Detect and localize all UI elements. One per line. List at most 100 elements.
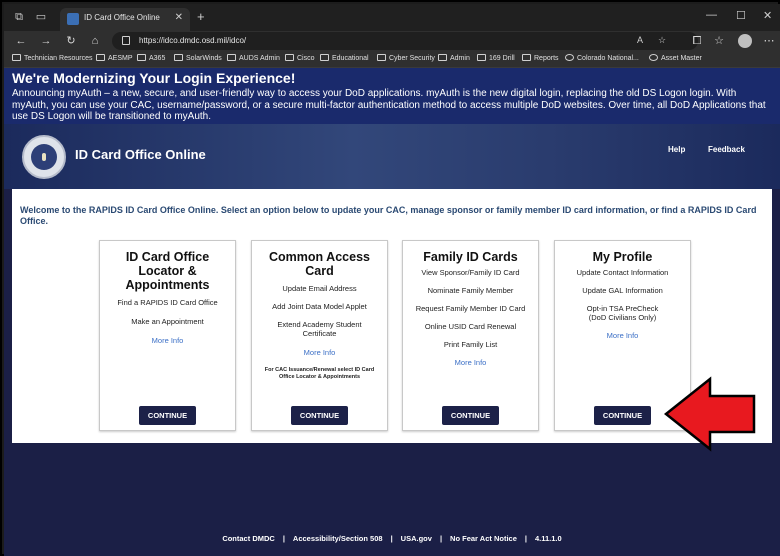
new-tab-icon[interactable]: + [197,9,205,24]
folder-icon [320,54,329,61]
tab-idco[interactable]: ID Card Office Online ✕ [60,8,190,31]
back-icon[interactable]: ← [14,34,28,48]
more-info-link[interactable]: More Info [403,358,538,367]
card-cac: Common Access Card Update Email Address … [251,240,388,431]
version-text: 4.11.1.0 [534,534,562,543]
continue-button-family[interactable]: CONTINUE [442,406,499,425]
navigation-bar: ← → ↻ ⌂ https://idco.dmdc.osd.mil/idco/ … [4,31,780,51]
site-footer: Contact DMDC | Accessibility/Section 508 | U… [4,534,780,543]
bookmark-link[interactable]: Colorado National... [565,54,639,62]
bookmark-link[interactable]: Asset Master [649,54,702,62]
accessibility-link[interactable]: Accessibility/Section 508 [289,534,387,543]
card-title: My Profile [592,250,653,264]
bookmark-folder[interactable]: Cisco [285,54,315,62]
folder-icon [377,54,386,61]
lock-icon[interactable] [122,36,130,45]
favorites-icon[interactable]: ☆ [712,34,726,48]
bookmark-folder[interactable]: Admin [438,54,470,62]
site-icon [565,54,574,61]
feedback-link[interactable]: Feedback [708,145,745,154]
continue-button-cac[interactable]: CONTINUE [291,406,348,425]
workspaces-icon[interactable]: ⧉ [12,10,26,24]
more-info-link[interactable]: More Info [555,331,690,340]
card-item[interactable]: Request Family Member ID Card [403,304,538,313]
footer-divider: | [439,534,443,543]
card-item[interactable]: Online USID Card Renewal [403,322,538,331]
no-fear-link[interactable]: No Fear Act Notice [446,534,521,543]
continue-button-profile[interactable]: CONTINUE [594,406,651,425]
bookmark-folder[interactable]: Technician Resources [12,54,92,62]
tab-actions-icon[interactable]: ▭ [34,10,48,24]
close-window-icon[interactable]: ✕ [763,9,772,22]
tab-title: ID Card Office Online [84,13,160,22]
folder-icon [12,54,21,61]
bookmark-folder[interactable]: AESMP [96,54,133,62]
bookmark-folder[interactable]: Educational [320,54,369,62]
folder-icon [137,54,146,61]
folder-icon [438,54,447,61]
card-title: Common Access Card [269,250,370,278]
bookmark-folder[interactable]: SolarWinds [174,54,222,62]
contact-link[interactable]: Contact DMDC [218,534,279,543]
card-item[interactable]: Nominate Family Member [403,286,538,295]
card-locator: ID Card Office Locator & Appointments Fi… [99,240,236,431]
red-arrow-annotation [663,376,756,452]
seal-center [31,144,57,170]
tab-bar: ⧉ ▭ ID Card Office Online ✕ + — ☐ ✕ [4,4,780,31]
card-item[interactable]: Update GAL Information [555,286,690,295]
web-page: We're Modernizing Your Login Experience!… [4,68,780,556]
close-tab-icon[interactable]: ✕ [175,12,183,23]
bookmark-folder[interactable]: Reports [522,54,559,62]
card-item[interactable]: Update Contact Information [555,268,690,277]
folder-icon [174,54,183,61]
folder-icon [285,54,294,61]
bookmark-folder[interactable]: Cyber Security [377,54,435,62]
banner-text: Announcing myAuth – a new, secure, and u… [12,88,766,122]
eagle-icon [42,153,46,161]
bookmarks-bar: Technician Resources AESMP A365 SolarWin… [4,51,780,68]
more-info-link[interactable]: More Info [100,336,235,345]
bookmark-folder[interactable]: A365 [137,54,165,62]
home-icon[interactable]: ⌂ [88,34,102,48]
more-info-link[interactable]: More Info [252,348,387,357]
card-item[interactable]: Extend Academy Student Certificate [252,320,387,338]
footer-divider: | [524,534,527,543]
forward-icon[interactable]: → [39,34,53,48]
help-link[interactable]: Help [668,145,685,154]
card-item[interactable]: Opt-in TSA PreCheck (DoD Civilians Only) [555,304,690,322]
url-text[interactable]: https://idco.dmdc.osd.mil/idco/ [139,36,246,45]
footer-divider: | [390,534,393,543]
card-item[interactable]: Find a RAPIDS ID Card Office [100,298,235,307]
arrow-shape [663,376,756,452]
card-title: ID Card Office Locator & Appointments [125,250,210,292]
maximize-icon[interactable]: ☐ [736,9,746,22]
site-header: ID Card Office Online Help Feedback [4,124,780,189]
folder-icon [227,54,236,61]
folder-icon [522,54,531,61]
extensions-icon[interactable]: ⧠ [690,34,704,48]
continue-button-locator[interactable]: CONTINUE [139,406,196,425]
card-item[interactable]: View Sponsor/Family ID Card [403,268,538,277]
profile-avatar[interactable] [738,34,752,48]
card-item[interactable]: Update Email Address [252,284,387,293]
card-family: Family ID Cards View Sponsor/Family ID C… [402,240,539,431]
read-aloud-icon[interactable]: A [637,35,643,45]
refresh-icon[interactable]: ↻ [64,34,78,48]
bookmark-folder[interactable]: AUDS Admin [227,54,280,62]
welcome-text: Welcome to the RAPIDS ID Card Office Onl… [20,205,757,226]
more-menu-icon[interactable]: ⋯ [762,34,776,48]
favicon-icon [67,13,79,25]
site-icon [649,54,658,61]
card-item[interactable]: Make an Appointment [100,317,235,326]
address-bar[interactable]: https://idco.dmdc.osd.mil/idco/ A ☆ [112,32,698,50]
dod-seal-icon [22,135,66,179]
bookmark-folder[interactable]: 169 Drill [477,54,515,62]
footer-divider: | [282,534,285,543]
card-item[interactable]: Add Joint Data Model Applet [252,302,387,311]
card-item[interactable]: Print Family List [403,340,538,349]
usagov-link[interactable]: USA.gov [397,534,436,543]
myauth-banner: We're Modernizing Your Login Experience!… [4,68,780,124]
minimize-icon[interactable]: — [706,9,717,21]
banner-title: We're Modernizing Your Login Experience! [12,70,296,86]
favorite-star-icon[interactable]: ☆ [658,35,666,46]
